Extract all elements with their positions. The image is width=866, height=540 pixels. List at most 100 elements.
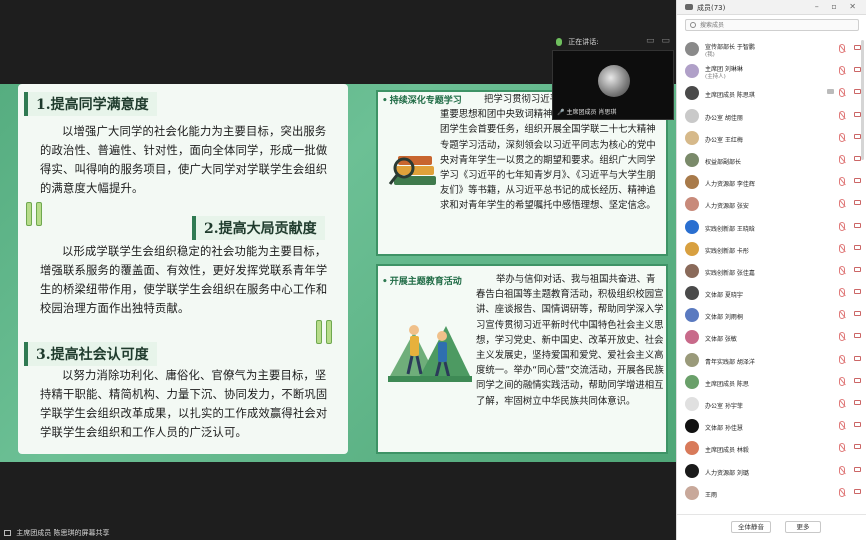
member-search[interactable] — [685, 19, 859, 31]
speaker-video-tile[interactable]: 主席团成员 肖思琪 — [552, 50, 674, 120]
mic-muted-icon[interactable] — [839, 243, 845, 253]
participant-row[interactable]: 主席团 刘琳琳 (主持人) — [677, 60, 866, 82]
bottom-bar: 主席团成员 陈思琪的屏幕共享 — [0, 525, 676, 540]
member-search-input[interactable] — [700, 21, 850, 30]
participants-header: 成员(73) – ▫ ✕ — [677, 0, 866, 15]
camera-off-icon[interactable] — [854, 466, 861, 472]
participant-row[interactable]: 实践创新部 张佳嘉 — [677, 260, 866, 282]
camera-off-icon[interactable] — [854, 244, 861, 250]
camera-off-icon[interactable] — [854, 488, 861, 494]
camera-off-icon[interactable] — [854, 377, 861, 383]
camera-off-icon[interactable] — [854, 266, 861, 272]
participant-name: 办公室 胡佳丽 — [705, 114, 743, 122]
participant-name: 文体部 夏晓宇 — [705, 292, 743, 300]
camera-off-icon[interactable] — [854, 400, 861, 405]
camera-off-icon[interactable] — [854, 355, 861, 361]
decor-bar — [316, 320, 322, 344]
participant-avatar — [685, 263, 699, 278]
participant-row[interactable]: 实践创新部 卡彤 — [677, 238, 866, 260]
mic-muted-icon[interactable] — [839, 288, 845, 298]
camera-off-icon[interactable] — [854, 45, 861, 50]
participant-row[interactable]: 文体部 夏晓宇 — [677, 282, 866, 304]
participant-name: 主席团成员 陈思琪 — [705, 92, 755, 100]
mic-muted-icon[interactable] — [839, 310, 845, 320]
participant-row[interactable]: 实践创新部 王晓晗 — [677, 216, 866, 238]
participant-row[interactable]: 主席团成员 陈思琪 — [677, 82, 866, 104]
mic-muted-icon[interactable] — [839, 221, 845, 231]
mic-muted-icon[interactable] — [839, 376, 845, 386]
participant-avatar — [685, 175, 699, 190]
screen-share-icon — [4, 530, 11, 536]
camera-off-icon[interactable] — [854, 333, 861, 339]
camera-off-icon[interactable] — [854, 444, 861, 450]
participant-avatar — [685, 330, 699, 345]
participant-row[interactable]: 办公室 孙宇菲 — [677, 393, 866, 415]
view-toggle-icon[interactable]: ▭ ▭ — [646, 36, 672, 46]
camera-off-icon[interactable] — [854, 422, 861, 428]
mic-muted-icon[interactable] — [839, 443, 845, 453]
participant-row[interactable]: 人力资源部 张安 — [677, 193, 866, 215]
meeting-stage: 正在讲话: ▭ ▭ 主席团成员 肖思琪 1.提高同学满意度 以增强广大同学的社会… — [0, 0, 676, 540]
mic-muted-icon[interactable] — [839, 44, 845, 53]
mic-muted-icon[interactable] — [839, 399, 845, 408]
mic-muted-icon[interactable] — [839, 332, 845, 342]
participant-avatar — [685, 485, 699, 500]
camera-off-icon[interactable] — [854, 178, 861, 184]
mic-muted-icon[interactable] — [839, 487, 845, 497]
participant-row[interactable]: 办公室 王红梅 — [677, 127, 866, 149]
participant-name: 文体部 孙佳慧 — [705, 425, 743, 433]
decor-bar — [326, 320, 332, 344]
participant-row[interactable]: 办公室 胡佳丽 — [677, 105, 866, 127]
participant-row[interactable]: 文体部 孙佳慧 — [677, 415, 866, 437]
participant-name: 办公室 孙宇菲 — [705, 403, 743, 410]
camera-off-icon[interactable] — [854, 155, 861, 161]
participant-row[interactable]: 主席团成员 林毅 — [677, 437, 866, 459]
participants-footer: 全体静音 更多 — [677, 514, 866, 540]
section-text-1: 以增强广大同学的社会化能力为主要目标，突出服务的政治性、普遍性、针对性，面向全体… — [40, 125, 328, 195]
participant-row[interactable]: 王雨 — [677, 482, 866, 504]
participant-row[interactable]: 人力资源部 李佳辉 — [677, 171, 866, 193]
mic-muted-icon[interactable] — [839, 88, 845, 98]
camera-off-icon[interactable] — [854, 289, 861, 295]
mic-muted-icon[interactable] — [839, 354, 845, 364]
participant-row[interactable]: 文体部 刘雨桐 — [677, 304, 866, 326]
participant-row[interactable]: 人力资源部 刘璐 — [677, 460, 866, 482]
participant-name: 实践创新部 卡彤 — [705, 247, 749, 255]
participant-name: 人力资源部 李佳辉 — [705, 181, 755, 189]
participant-row[interactable]: 主席团成员 陈思 — [677, 371, 866, 393]
participant-avatar — [685, 308, 699, 323]
speaking-label: 正在讲话: — [568, 38, 599, 46]
participant-row[interactable]: 权益部副部长 — [677, 149, 866, 171]
mic-muted-icon[interactable] — [839, 66, 845, 76]
mic-muted-icon[interactable] — [839, 199, 845, 209]
section-text-3: 以努力消除功利化、庸俗化、官僚气为主要目标，坚持精干职能、精简机构、力量下沉、协… — [40, 369, 328, 439]
participant-avatar — [685, 152, 699, 167]
camera-off-icon[interactable] — [854, 89, 861, 95]
mic-muted-icon[interactable] — [839, 265, 845, 275]
hikers-illustration — [388, 325, 472, 382]
participant-name: 文体部 刘雨桐 — [705, 314, 743, 322]
camera-off-icon[interactable] — [854, 111, 861, 117]
mic-muted-icon[interactable] — [839, 177, 845, 187]
participant-row[interactable]: 青年实践部 胡泽洋 — [677, 349, 866, 371]
participant-name: 人力资源部 刘璐 — [705, 469, 749, 477]
camera-off-icon[interactable] — [854, 67, 861, 73]
mic-muted-icon[interactable] — [839, 465, 845, 475]
mic-muted-icon[interactable] — [839, 132, 845, 142]
camera-off-icon[interactable] — [854, 311, 861, 317]
camera-off-icon[interactable] — [854, 133, 861, 139]
mute-all-button[interactable]: 全体静音 — [731, 521, 771, 533]
camera-off-icon[interactable] — [854, 200, 861, 206]
participant-avatar — [685, 441, 699, 456]
camera-off-icon[interactable] — [854, 222, 861, 228]
participant-row[interactable]: 宣传部部长 于智鹏 (我) — [677, 38, 866, 60]
participant-row[interactable]: 文体部 张敏 — [677, 326, 866, 348]
mic-muted-icon[interactable] — [839, 154, 845, 164]
window-controls[interactable]: – ▫ ✕ — [815, 2, 861, 11]
mic-icon — [556, 38, 562, 46]
participant-avatar — [685, 42, 699, 56]
participants-title: 成员(73) — [697, 4, 726, 12]
more-button[interactable]: 更多 — [785, 521, 821, 533]
mic-muted-icon[interactable] — [839, 421, 845, 431]
mic-muted-icon[interactable] — [839, 110, 845, 120]
